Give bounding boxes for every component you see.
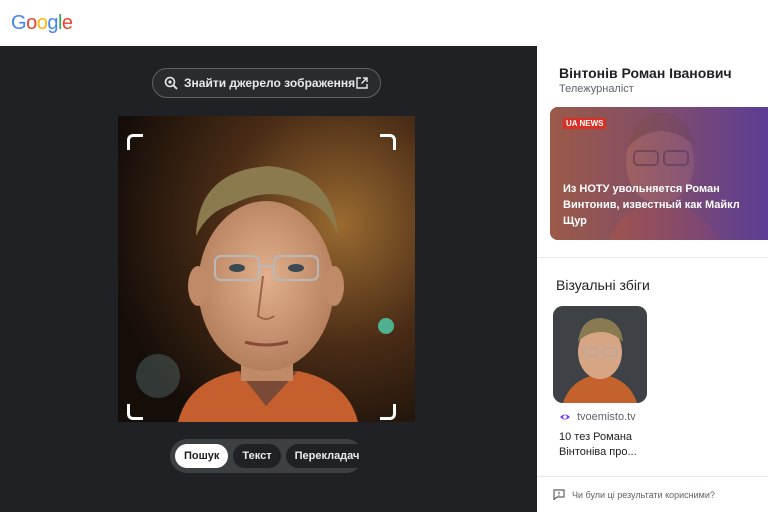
mode-switcher: Пошук Текст Перекладач	[170, 439, 369, 473]
logo-letter: o	[26, 12, 37, 34]
mode-translate-tab[interactable]: Перекладач	[285, 444, 369, 468]
visual-matches-title: Візуальні збіги	[556, 277, 650, 293]
visual-match-thumbnail[interactable]	[553, 306, 647, 403]
feedback-text: Чи були ці результати корисними?	[572, 489, 715, 500]
eye-icon	[560, 414, 570, 420]
feedback-prompt[interactable]: Чи були ці результати корисними?	[553, 489, 715, 500]
find-image-source-button[interactable]: Знайти джерело зображення	[152, 68, 381, 98]
entity-name[interactable]: Вінтонів Роман Іванович	[559, 65, 732, 81]
portrait-illustration	[118, 116, 415, 422]
feedback-icon	[553, 489, 565, 500]
visual-match-source[interactable]: tvoemisto.tv	[559, 411, 636, 423]
visual-match-source-label: tvoemisto.tv	[577, 411, 636, 423]
crop-handle-top-left[interactable]	[127, 134, 143, 150]
query-image[interactable]	[118, 116, 415, 422]
visual-match-caption[interactable]: 10 тез Романа Вінтоніва про...	[559, 430, 659, 460]
section-divider	[537, 476, 768, 477]
image-viewer-panel: Знайти джерело зображення Пошук Текст Пе…	[0, 46, 537, 512]
mode-search-tab[interactable]: Пошук	[175, 444, 229, 468]
mode-text-tab[interactable]: Текст	[233, 444, 281, 468]
google-logo[interactable]: Google	[11, 12, 73, 35]
logo-letter: g	[47, 12, 58, 34]
query-photo	[118, 116, 415, 422]
logo-letter: o	[36, 12, 48, 34]
lens-icon	[164, 76, 178, 90]
results-panel: Вінтонів Роман Іванович Тележурналіст UA…	[537, 46, 768, 512]
crop-handle-bottom-right[interactable]	[380, 404, 396, 420]
crop-handle-bottom-left[interactable]	[127, 404, 143, 420]
crop-handle-top-right[interactable]	[380, 134, 396, 150]
logo-letter: G	[11, 12, 27, 34]
find-image-source-label: Знайти джерело зображення	[184, 76, 356, 90]
news-card[interactable]: UA NEWS Из НОТУ увольняется Роман Винтон…	[550, 107, 768, 240]
logo-letter: e	[61, 12, 73, 34]
entity-subtitle: Тележурналіст	[559, 83, 634, 95]
visual-match-image	[553, 306, 647, 403]
open-in-new-icon	[356, 77, 368, 89]
section-divider	[537, 257, 768, 258]
top-bar: Google	[0, 0, 768, 46]
news-headline: Из НОТУ увольняется Роман Винтонив, изве…	[563, 183, 740, 227]
news-source-badge: UA NEWS	[563, 118, 607, 129]
